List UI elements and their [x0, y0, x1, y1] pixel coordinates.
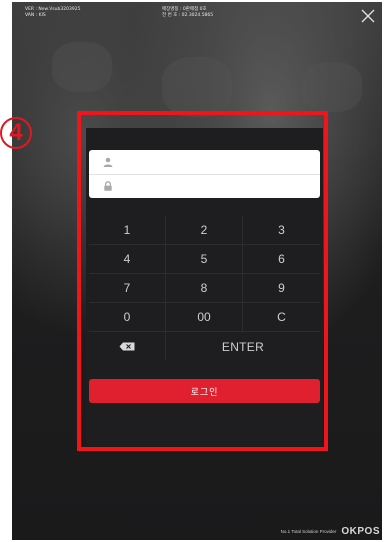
footer-tagline: No.1 Total Solution Provider [280, 529, 337, 534]
background-scene [162, 57, 232, 117]
header-info-left: VER : New.Vsub3203925 VAN : KIS [25, 7, 80, 19]
van-text: VAN : KIS [25, 13, 46, 18]
header-info-store: 매장명칭 : 0판매점 0호 전 번 호 : 02.3024.5865 [162, 7, 213, 19]
footer: No.1 Total Solution Provider OKPOS [281, 526, 380, 537]
close-icon[interactable] [360, 8, 376, 24]
phone-text: 전 번 호 : 02.3024.5865 [162, 13, 214, 18]
brand-logo: OKPOS [341, 526, 380, 537]
background-scene [52, 42, 112, 92]
annotation-highlight-box [77, 111, 328, 451]
annotation-step-badge: 4 [0, 117, 32, 149]
background-scene [302, 62, 362, 112]
